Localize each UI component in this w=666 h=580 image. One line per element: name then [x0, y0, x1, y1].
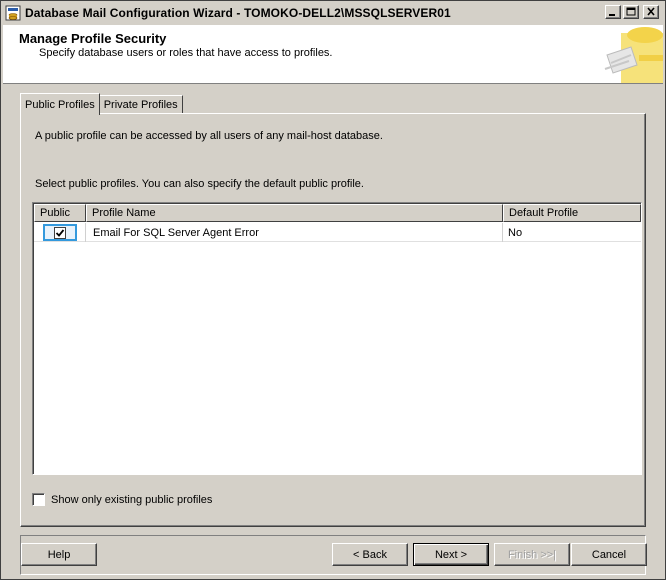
public-cell[interactable]: [34, 223, 86, 242]
panel-instruction: Select public profiles. You can also spe…: [35, 178, 364, 190]
tab-strip: Public Profiles Private Profiles: [20, 92, 183, 115]
checkmark-icon: [55, 228, 64, 237]
title-bar[interactable]: Database Mail Configuration Wizard - TOM…: [3, 3, 663, 23]
profiles-grid[interactable]: Public Profile Name Default Profile Emai…: [32, 202, 642, 475]
wizard-header: Manage Profile Security Specify database…: [3, 25, 663, 84]
public-profiles-panel: A public profile can be accessed by all …: [20, 113, 646, 527]
grid-header: Public Profile Name Default Profile: [34, 204, 641, 222]
column-header-profile-name[interactable]: Profile Name: [86, 204, 503, 222]
column-header-default-profile[interactable]: Default Profile: [503, 204, 641, 222]
close-icon: [647, 7, 655, 16]
minimize-button[interactable]: [605, 5, 621, 19]
page-subtitle: Specify database users or roles that hav…: [39, 47, 333, 59]
tab-private-profiles[interactable]: Private Profiles: [98, 95, 183, 114]
show-existing-checkbox[interactable]: [32, 493, 45, 506]
cancel-button[interactable]: Cancel: [571, 543, 647, 566]
table-row[interactable]: Email For SQL Server Agent Error No: [34, 223, 641, 242]
window-title: Database Mail Configuration Wizard - TOM…: [25, 6, 451, 20]
back-button[interactable]: < Back: [332, 543, 408, 566]
panel-description: A public profile can be accessed by all …: [35, 130, 383, 142]
public-checkbox[interactable]: [53, 226, 66, 239]
wizard-window: Database Mail Configuration Wizard - TOM…: [0, 0, 666, 580]
next-button[interactable]: Next >: [413, 543, 489, 566]
page-title: Manage Profile Security: [19, 31, 167, 46]
minimize-icon: [609, 14, 615, 16]
window-controls: [605, 5, 659, 19]
show-existing-option[interactable]: Show only existing public profiles: [32, 493, 212, 506]
maximize-button[interactable]: [623, 5, 639, 19]
finish-button: Finish >>|: [494, 543, 570, 566]
show-existing-label: Show only existing public profiles: [51, 493, 213, 506]
help-button[interactable]: Help: [21, 543, 97, 566]
tab-public-profiles[interactable]: Public Profiles: [20, 93, 100, 115]
database-mail-icon: [5, 5, 21, 21]
column-header-public[interactable]: Public: [34, 204, 86, 222]
button-bar: Help < Back Next > Finish >>| Cancel: [20, 535, 647, 575]
default-profile-cell[interactable]: No: [503, 223, 641, 242]
database-mail-graphic-icon: [603, 25, 663, 83]
maximize-icon: [626, 7, 636, 16]
profile-name-cell: Email For SQL Server Agent Error: [86, 223, 503, 242]
close-button[interactable]: [643, 5, 659, 19]
